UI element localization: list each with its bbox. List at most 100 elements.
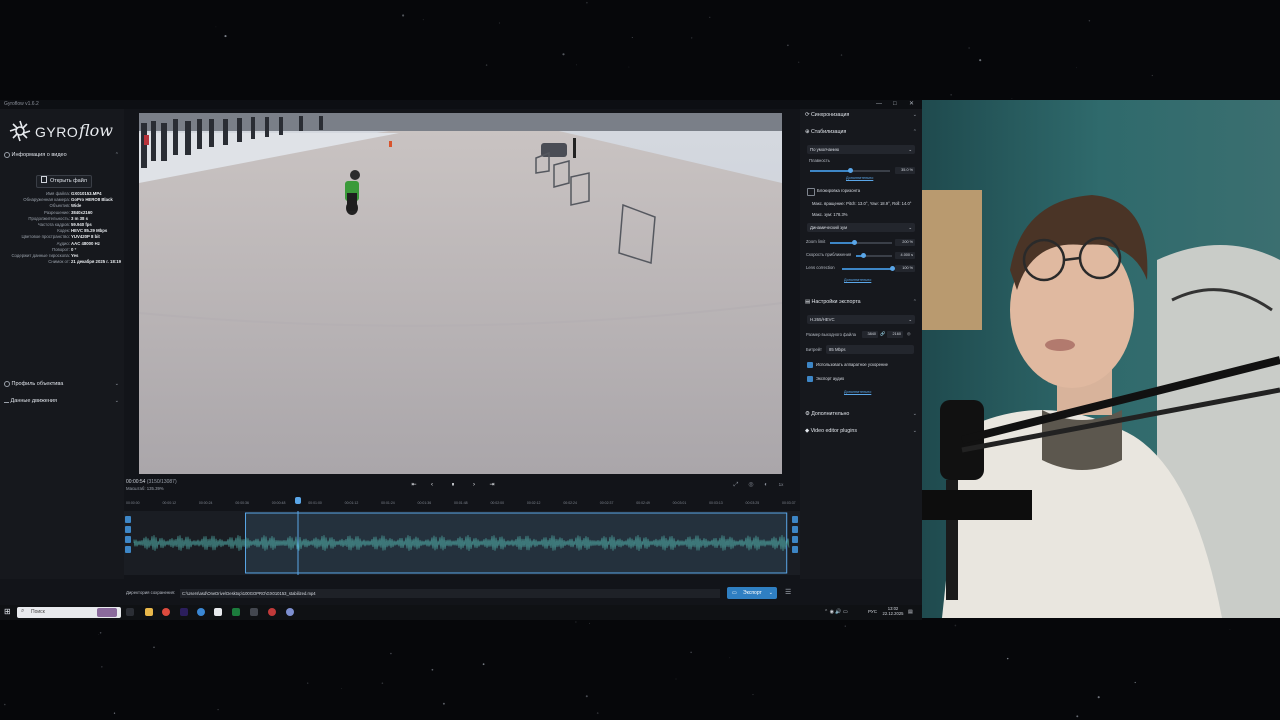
app-icon-green[interactable] xyxy=(232,608,240,616)
hw-accel-checkbox[interactable] xyxy=(807,362,813,368)
skip-end-button[interactable]: ⇥ xyxy=(486,480,498,490)
task-view-icon[interactable] xyxy=(126,608,134,616)
app-icon-blue[interactable] xyxy=(286,608,294,616)
video-preview[interactable] xyxy=(139,113,782,474)
timeline-side-button xyxy=(125,526,131,533)
zoom-more-link[interactable]: Дополнительно xyxy=(844,278,871,282)
premiere-icon[interactable] xyxy=(180,608,188,616)
reset-size-icon[interactable]: ◎ xyxy=(907,331,911,336)
windows-start-icon[interactable]: ⊞ xyxy=(4,607,11,616)
zoom-limit-value[interactable]: 200 % xyxy=(895,239,915,246)
app-icon-red[interactable] xyxy=(268,608,276,616)
timeline-ruler[interactable]: 00:00:00 00:00:12 00:00:24 00:00:36 00:00:48… xyxy=(124,497,800,510)
chrome-icon[interactable] xyxy=(162,608,170,616)
chevron-down-icon[interactable]: ⌄ xyxy=(913,112,917,118)
star xyxy=(628,66,630,68)
star xyxy=(1229,629,1231,630)
export-audio-checkbox[interactable] xyxy=(807,376,813,382)
sync-icon: ⟳ xyxy=(805,112,810,118)
motion-icon xyxy=(4,399,9,403)
file-explorer-icon[interactable] xyxy=(145,608,153,616)
codec-select[interactable]: H.265/HEVC ⌄ xyxy=(807,315,915,324)
bitrate-label: Битрейт xyxy=(806,347,822,352)
export-more-link[interactable]: Дополнительно xyxy=(844,390,871,394)
clock[interactable]: 13:02 22.12.2025 xyxy=(882,606,904,616)
overlay-icon[interactable]: ◎ xyxy=(745,480,757,490)
zoom-method-select[interactable]: Динамический зум ⌄ xyxy=(807,223,915,232)
stabilization-method-select[interactable]: По умолчанию ⌄ xyxy=(807,145,915,154)
timeline-side-button xyxy=(125,546,131,553)
app-icon[interactable] xyxy=(214,608,222,616)
output-width-field[interactable]: 3840 xyxy=(862,331,878,338)
timeline-side-button xyxy=(125,516,131,523)
timeline-waveform[interactable] xyxy=(124,511,800,575)
star xyxy=(596,712,599,714)
skip-start-button[interactable]: ⇤ xyxy=(408,480,420,490)
telegram-icon[interactable] xyxy=(197,608,205,616)
gyroflow-window: Gyroflow v1.6.2 — □ ✕ GYRO flow Информац… xyxy=(0,100,922,620)
zoom-speed-value[interactable]: 4.000 s xyxy=(895,252,915,259)
gyroflow-task-icon[interactable] xyxy=(250,608,258,616)
chevron-down-icon[interactable]: ⌄ xyxy=(115,398,119,404)
minimize-button[interactable]: — xyxy=(876,100,882,109)
chevron-up-icon[interactable]: ⌃ xyxy=(913,129,917,135)
star xyxy=(482,663,485,666)
star xyxy=(215,26,217,28)
plugins-title: Video editor plugins xyxy=(810,428,857,434)
chevron-down-icon[interactable]: ⌄ xyxy=(115,381,119,387)
prev-frame-button[interactable]: ‹ xyxy=(426,480,438,490)
lens-correction-value[interactable]: 100 % xyxy=(895,265,915,272)
play-pause-button[interactable]: ⏸ xyxy=(447,480,459,490)
chevron-down-icon[interactable]: ⌄ xyxy=(913,411,917,417)
stabilize-icon: ⊕ xyxy=(805,129,810,135)
taskbar-search[interactable]: ⌕ Поиск xyxy=(17,607,121,618)
maximize-button[interactable]: □ xyxy=(893,100,897,109)
output-height-field[interactable]: 2160 xyxy=(887,331,903,338)
star xyxy=(675,678,677,680)
chevron-down-icon[interactable]: ⌄ xyxy=(769,587,773,599)
star xyxy=(690,651,692,654)
video-info-key: Снимок от: xyxy=(48,259,70,265)
tray-icons[interactable]: ⌃ ◉ 🔊 ▭ xyxy=(824,609,848,615)
contrast-icon[interactable]: ◐ xyxy=(760,480,772,490)
chevron-up-icon[interactable]: ⌃ xyxy=(115,152,119,158)
star xyxy=(562,53,565,56)
advanced-header[interactable]: ⚙ Дополнительно xyxy=(805,411,849,417)
queue-icon[interactable]: ☰ xyxy=(785,588,791,596)
star xyxy=(729,657,731,659)
fullscreen-icon[interactable]: ⤢ xyxy=(730,480,742,490)
sync-header[interactable]: ⟳ Синхронизация xyxy=(805,112,849,118)
search-highlight-image xyxy=(97,608,117,617)
motion-data-header[interactable]: Данные движения xyxy=(4,398,57,404)
star xyxy=(798,61,800,63)
speed-select[interactable]: 1x xyxy=(775,480,787,490)
smoothness-slider[interactable] xyxy=(810,168,890,173)
ruler-tick-label: 00:02:49 xyxy=(636,501,650,505)
close-button[interactable]: ✕ xyxy=(909,100,914,109)
lens-profile-header[interactable]: Профиль объектива xyxy=(4,381,63,387)
gyroflow-logo-icon xyxy=(9,120,31,142)
chevron-up-icon[interactable]: ⌃ xyxy=(913,299,917,305)
export-button[interactable]: ▭ Экспорт ⌄ xyxy=(727,587,777,599)
webcam-overlay xyxy=(922,100,1280,618)
video-info-header[interactable]: Информация о видео xyxy=(4,152,67,158)
zoom-speed-slider[interactable] xyxy=(856,253,892,258)
horizon-lock-checkbox[interactable] xyxy=(807,188,815,196)
star xyxy=(153,646,155,649)
lens-correction-slider[interactable] xyxy=(842,266,895,271)
plugins-header[interactable]: ◆ Video editor plugins xyxy=(805,428,857,434)
notifications-icon[interactable]: ▤ xyxy=(908,609,913,615)
smoothness-value[interactable]: 35.0 % xyxy=(895,167,915,174)
zoom-limit-slider[interactable] xyxy=(830,240,892,245)
export-settings-header[interactable]: ▤ Настройки экспорта xyxy=(805,299,861,305)
playhead-handle[interactable] xyxy=(295,497,301,504)
link-ratio-icon[interactable]: 🔗 xyxy=(880,331,885,337)
chevron-down-icon[interactable]: ⌄ xyxy=(913,428,917,434)
stab-more-link[interactable]: Дополнительно xyxy=(846,176,873,180)
next-frame-button[interactable]: › xyxy=(468,480,480,490)
bitrate-field[interactable]: 85 Mbps xyxy=(826,345,914,354)
open-file-button[interactable]: Открыть файл xyxy=(36,175,92,188)
output-path-field[interactable]: C:\Users\asd\OneDrive\Desktop\100GOPRO\G… xyxy=(180,589,720,598)
language-indicator[interactable]: РУС xyxy=(868,609,877,614)
stabilization-header[interactable]: ⊕ Стабилизация xyxy=(805,129,846,135)
